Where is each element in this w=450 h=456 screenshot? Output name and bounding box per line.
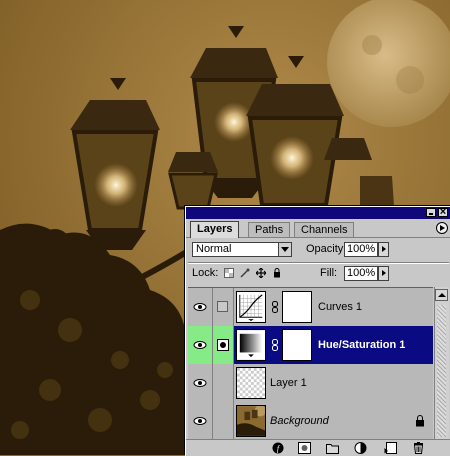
link-box: [217, 301, 228, 312]
layer-row-curves[interactable]: Curves 1: [188, 288, 433, 327]
tab-channels[interactable]: Channels: [294, 222, 355, 237]
visibility-toggle[interactable]: [188, 364, 213, 402]
eye-icon: [193, 379, 207, 387]
lock-position-icon[interactable]: [256, 268, 266, 278]
tab-layers[interactable]: Layers: [190, 221, 240, 238]
layer-name-area[interactable]: Background: [234, 402, 433, 440]
layer-name: Background: [270, 415, 329, 427]
layer-name-area[interactable]: Hue/Saturation 1: [234, 326, 433, 364]
layer-row-hue-saturation[interactable]: Hue/Saturation 1: [188, 326, 433, 365]
layer-name: Hue/Saturation 1: [318, 339, 406, 351]
visibility-toggle[interactable]: [188, 402, 213, 440]
hue-saturation-adjustment-icon: [236, 329, 266, 361]
lock-transparency-icon[interactable]: [224, 268, 234, 278]
link-toggle[interactable]: [213, 326, 234, 364]
new-adjustment-icon[interactable]: [354, 442, 367, 454]
background-image-thumbnail[interactable]: [236, 405, 266, 437]
opacity-slider-icon[interactable]: [378, 242, 389, 257]
visibility-toggle[interactable]: [188, 326, 213, 364]
palette-titlebar[interactable]: [186, 205, 450, 219]
scroll-up-icon[interactable]: [435, 289, 448, 301]
blend-mode-select[interactable]: Normal: [192, 242, 292, 257]
layer-name: Layer 1: [270, 377, 307, 389]
lock-all-icon[interactable]: [272, 268, 282, 278]
curves-adjustment-icon: [236, 291, 266, 323]
eye-icon: [193, 417, 207, 425]
layer-row-background[interactable]: Background: [188, 402, 433, 441]
lock-label: Lock:: [192, 267, 219, 279]
palette-menu-icon[interactable]: [436, 222, 448, 234]
lock-image-icon[interactable]: [240, 268, 250, 278]
layers-palette: Layers Paths Channels Normal Opacity: 10…: [185, 205, 450, 456]
new-layer-icon[interactable]: [384, 442, 397, 454]
fill-slider-icon[interactable]: [378, 266, 389, 281]
lock-options-row: Lock: Fill: 100%: [190, 265, 447, 283]
link-toggle[interactable]: [213, 364, 234, 402]
blend-options-row: Normal Opacity: 100%: [190, 241, 447, 259]
fill-input[interactable]: 100%: [344, 266, 378, 281]
palette-tabs: Layers Paths Channels: [186, 219, 450, 238]
layer-name: Curves 1: [318, 301, 363, 313]
eye-icon: [193, 341, 207, 349]
eye-icon: [193, 303, 207, 311]
layer-style-icon[interactable]: f: [272, 442, 285, 454]
lock-icon: [416, 415, 424, 427]
delete-layer-icon[interactable]: [412, 442, 425, 454]
layers-scrollbar[interactable]: [434, 287, 449, 439]
layer-mask-thumbnail[interactable]: [282, 291, 312, 323]
lamp-small: [168, 152, 218, 210]
chain-link-icon[interactable]: [271, 339, 279, 351]
fill-label: Fill:: [320, 267, 338, 279]
opacity-input[interactable]: 100%: [344, 242, 378, 257]
layer-mask-thumbnail[interactable]: [282, 329, 312, 361]
layer-name-area[interactable]: Curves 1: [234, 288, 433, 326]
chevron-down-icon[interactable]: [278, 243, 291, 256]
add-mask-icon[interactable]: [298, 442, 311, 454]
close-icon[interactable]: [438, 205, 448, 219]
blend-mode-value: Normal: [196, 243, 232, 255]
layer-name-area[interactable]: Layer 1: [234, 364, 433, 402]
opacity-label: Opacity:: [306, 243, 347, 255]
new-set-icon[interactable]: [326, 442, 339, 454]
divider: [188, 262, 449, 263]
visibility-toggle[interactable]: [188, 288, 213, 326]
layers-list: Curves 1 Hue/Saturation 1 Layer 1 Backgr…: [188, 287, 433, 441]
scroll-track[interactable]: [437, 305, 446, 437]
minimize-icon[interactable]: [426, 208, 436, 217]
link-toggle[interactable]: [213, 288, 234, 326]
link-toggle[interactable]: [213, 402, 234, 440]
palette-bottom-bar: f: [186, 439, 450, 456]
layer-row-layer-1[interactable]: Layer 1: [188, 364, 433, 403]
tab-paths[interactable]: Paths: [248, 222, 291, 237]
mask-mode-icon: [217, 339, 229, 351]
transparent-layer-thumbnail[interactable]: [236, 367, 266, 399]
chain-link-icon[interactable]: [271, 301, 279, 313]
